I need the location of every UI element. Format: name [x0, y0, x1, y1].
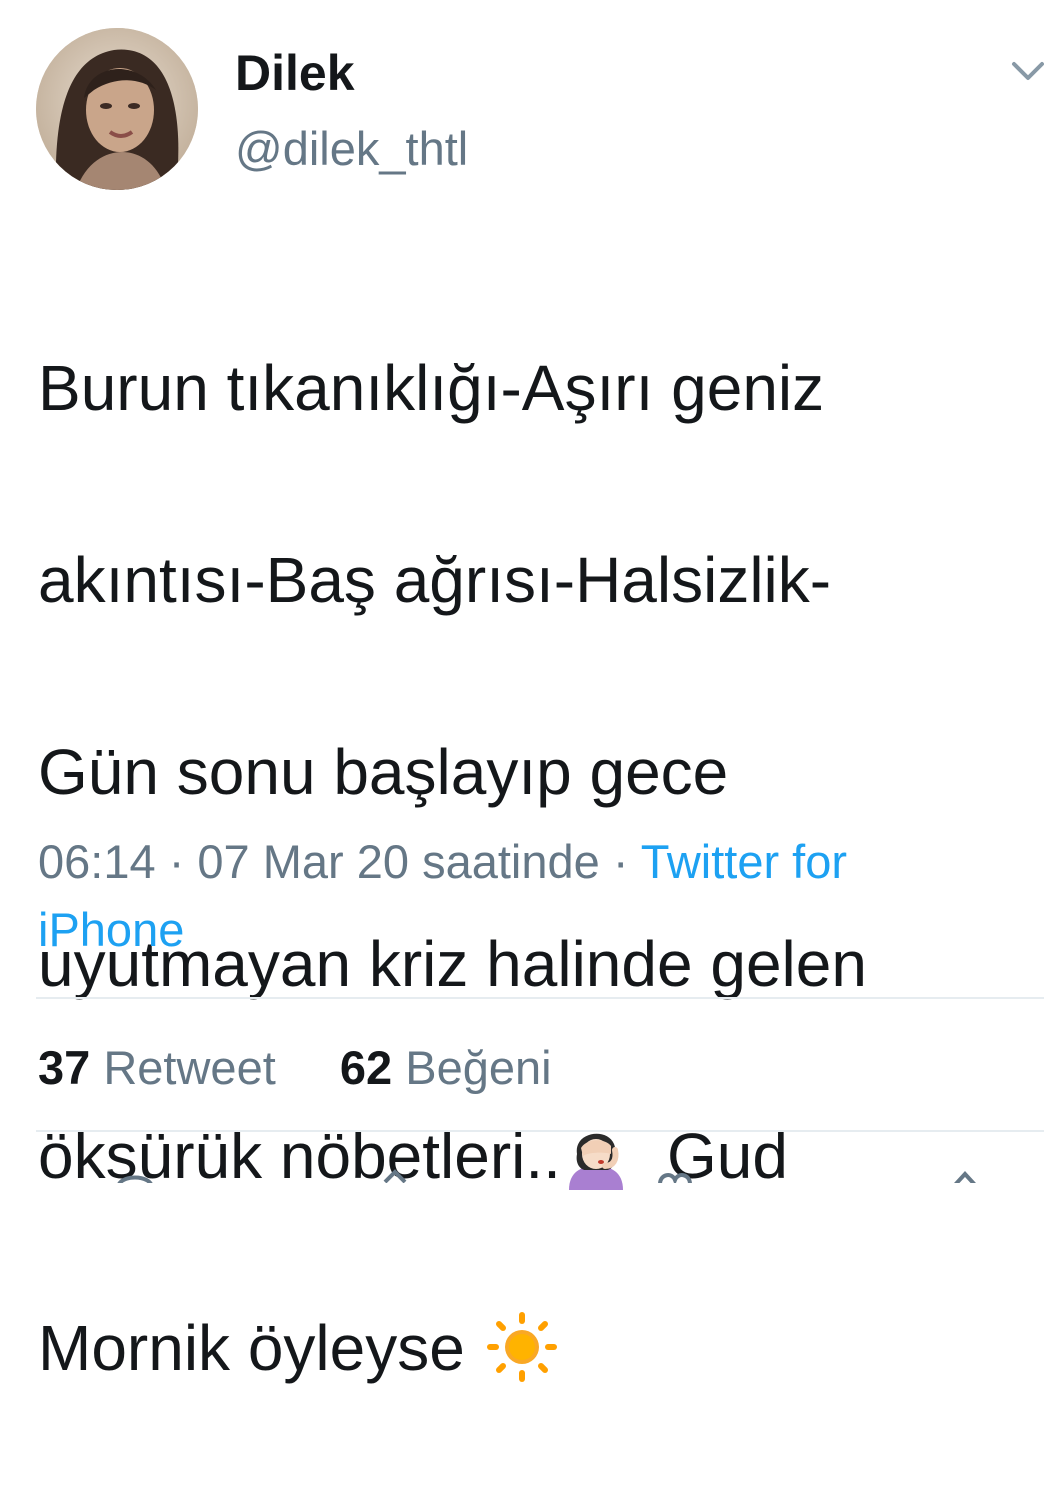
tweet-line: Mornik öyleyse [38, 1312, 465, 1384]
retweet-label[interactable]: Retweet [103, 1041, 275, 1094]
tweet-line: Burun tıkanıklığı-Aşırı geniz [38, 352, 825, 424]
display-name[interactable]: Dilek [235, 44, 355, 102]
share-icon[interactable] [940, 1168, 990, 1183]
retweet-icon[interactable] [375, 1168, 435, 1183]
tweet-line-with-emoji: Mornik öyleyse [38, 1300, 1028, 1396]
user-handle[interactable]: @dilek_thtl [235, 121, 468, 177]
sun-emoji-icon [486, 1312, 557, 1383]
tweet-meta: 06:14 · 07 Mar 20 saatinde · Twitter for… [38, 828, 1018, 964]
tweet-time: 06:14 [38, 835, 156, 888]
tweet-line: akıntısı-Baş ağrısı-Halsizlik- [38, 544, 832, 616]
like-label[interactable]: Beğeni [405, 1041, 551, 1094]
reply-icon[interactable] [110, 1168, 160, 1183]
action-bar [0, 1168, 1044, 1183]
retweet-count[interactable]: 37 [38, 1041, 90, 1094]
source-link[interactable]: Twitter for [641, 835, 847, 888]
heart-icon[interactable] [650, 1168, 700, 1183]
meta-separator: · [168, 835, 185, 888]
meta-separator: · [612, 835, 629, 888]
avatar[interactable] [36, 28, 198, 190]
tweet-stats: 37 Retweet 62 Beğeni [38, 1036, 552, 1100]
chevron-down-icon[interactable] [1008, 54, 1044, 88]
tweet-date: 07 Mar 20 saatinde [197, 835, 600, 888]
tweet-line: Gün sonu başlayıp gece [38, 736, 729, 808]
divider [36, 1130, 1044, 1132]
divider [36, 997, 1044, 999]
tweet-line-with-emoji: öksürük nöbetleri.. Gud [38, 1108, 1028, 1204]
profile-photo [36, 28, 198, 190]
source-link-continued[interactable]: iPhone [38, 903, 184, 956]
like-count[interactable]: 62 [340, 1041, 392, 1094]
